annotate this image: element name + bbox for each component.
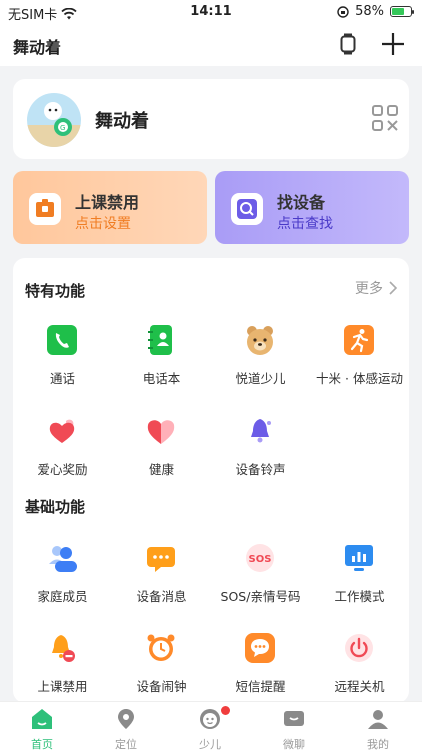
home-icon	[32, 709, 52, 729]
feature-sms-reminder[interactable]: 短信提醒	[211, 632, 310, 712]
class-disable-title: 上课禁用	[75, 193, 140, 212]
tab-label: 我的	[367, 738, 389, 750]
more-label: 更多	[355, 281, 383, 297]
chevron-right-icon	[389, 281, 397, 295]
feature-label: 工作模式	[334, 589, 385, 604]
bear-icon	[247, 326, 273, 355]
feature-family[interactable]: 家庭成员	[13, 542, 112, 622]
power-icon	[345, 634, 373, 662]
battery-percent: 58%	[355, 4, 384, 19]
contacts-book-icon	[148, 325, 172, 355]
battery-icon	[390, 6, 414, 17]
work-mode-icon	[345, 545, 373, 571]
feature-love-reward[interactable]: 爱心奖励	[13, 415, 112, 495]
find-device-card[interactable]: 找设备 点击查找	[215, 171, 409, 244]
chat-icon	[284, 711, 304, 726]
kid-face-icon	[200, 709, 220, 729]
watch-icon[interactable]	[340, 33, 356, 55]
bottom-tab-bar: 首页 定位 少儿 微聊 我的	[0, 701, 422, 750]
feature-contacts[interactable]: 电话本	[112, 324, 211, 404]
basic-section-title: 基础功能	[25, 498, 86, 516]
add-icon[interactable]	[380, 31, 406, 57]
class-disable-subtitle: 点击设置	[75, 216, 131, 232]
tab-label: 定位	[115, 738, 137, 750]
feature-alarm[interactable]: 设备闹钟	[112, 632, 211, 712]
feature-call[interactable]: 通话	[13, 324, 112, 404]
class-disable-card[interactable]: 上课禁用 点击设置	[13, 171, 207, 244]
running-icon	[344, 325, 374, 355]
sos-icon: SOS	[246, 544, 274, 572]
profile-name: 舞动着	[95, 111, 149, 132]
sms-icon	[245, 633, 275, 663]
top-nav-bar: 舞动着	[0, 24, 422, 66]
more-link[interactable]: 更多	[355, 278, 397, 298]
feature-work-mode[interactable]: 工作模式	[310, 542, 409, 622]
feature-label: 设备铃声	[235, 462, 286, 477]
class-disable-card-icon	[29, 193, 61, 225]
bell-icon	[251, 419, 271, 443]
tab-mine[interactable]: 我的	[336, 702, 420, 750]
find-device-subtitle: 点击查找	[277, 216, 333, 232]
user-icon	[368, 710, 388, 729]
phone-icon	[47, 325, 77, 355]
tab-home[interactable]: 首页	[0, 702, 84, 750]
alarm-icon	[147, 634, 175, 661]
tab-chat[interactable]: 微聊	[252, 702, 336, 750]
qr-code-icon[interactable]	[372, 105, 398, 131]
heart-icon	[147, 420, 175, 444]
avatar[interactable]: G	[27, 93, 81, 147]
page-title: 舞动着	[13, 38, 62, 57]
svg-text:SOS: SOS	[249, 554, 272, 565]
feature-label: 远程关机	[334, 679, 385, 694]
feature-class-disable[interactable]: 上课禁用	[13, 632, 112, 712]
tab-label: 首页	[31, 738, 53, 750]
orientation-lock-icon	[337, 5, 349, 18]
feature-ringtone[interactable]: 设备铃声	[211, 415, 310, 495]
tab-location[interactable]: 定位	[84, 702, 168, 750]
family-icon	[49, 546, 77, 572]
features-card: 特有功能 更多 通话 电话本 悦道少儿 十米 · 体感运动 爱心奖励 健康 设备…	[13, 258, 409, 703]
status-right: 58%	[337, 4, 414, 19]
location-pin-icon	[118, 709, 134, 729]
feature-remote-shutdown[interactable]: 远程关机	[310, 632, 409, 712]
tab-label: 微聊	[283, 738, 305, 750]
feature-sport[interactable]: 十米 · 体感运动	[310, 324, 409, 404]
message-icon	[147, 547, 175, 572]
status-bar: 无SIM卡 14:11 58%	[0, 0, 422, 24]
feature-sos[interactable]: SOS SOS/亲情号码	[211, 542, 310, 622]
feature-label: 十米 · 体感运动	[316, 371, 403, 386]
class-disable-icon	[52, 635, 75, 662]
special-section-title: 特有功能	[25, 282, 86, 300]
tab-label: 少儿	[199, 738, 221, 750]
tab-kids[interactable]: 少儿	[168, 702, 252, 750]
feature-kids[interactable]: 悦道少儿	[211, 324, 310, 404]
profile-card[interactable]: G 舞动着	[13, 79, 409, 159]
svg-text:G: G	[60, 124, 65, 132]
find-device-title: 找设备	[277, 193, 326, 212]
feature-health[interactable]: 健康	[112, 415, 211, 495]
feature-device-message[interactable]: 设备消息	[112, 542, 211, 622]
notification-dot	[221, 706, 230, 715]
find-device-card-icon	[231, 193, 263, 225]
hearts-icon	[49, 419, 75, 443]
